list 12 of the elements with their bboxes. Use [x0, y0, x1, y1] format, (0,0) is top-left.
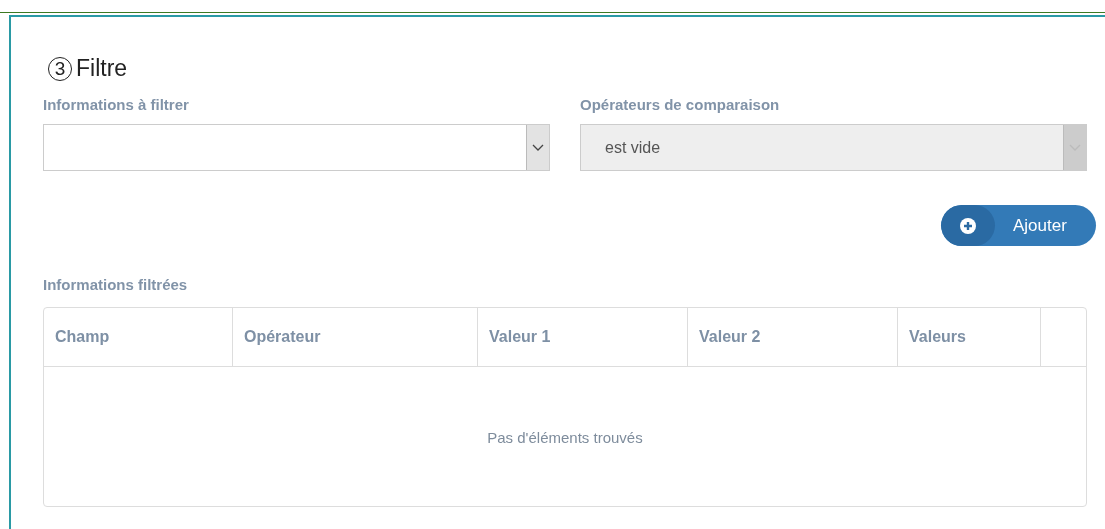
add-button[interactable]: Ajouter: [941, 205, 1096, 246]
table-label: Informations filtrées: [43, 276, 189, 293]
column-header: Valeur 1: [489, 328, 551, 346]
column-header: Opérateur: [244, 328, 321, 346]
column-header: Champ: [55, 328, 110, 346]
section-title: Filtre: [76, 55, 128, 82]
field-label: Informations à filtrer: [43, 96, 190, 113]
select-value: est vide: [604, 138, 661, 157]
column-header: Valeur 2: [699, 328, 761, 346]
field-label: Opérateurs de comparaison: [580, 96, 781, 113]
empty-message: Pas d'éléments trouvés: [487, 428, 643, 446]
column-header: Valeurs: [909, 328, 966, 346]
